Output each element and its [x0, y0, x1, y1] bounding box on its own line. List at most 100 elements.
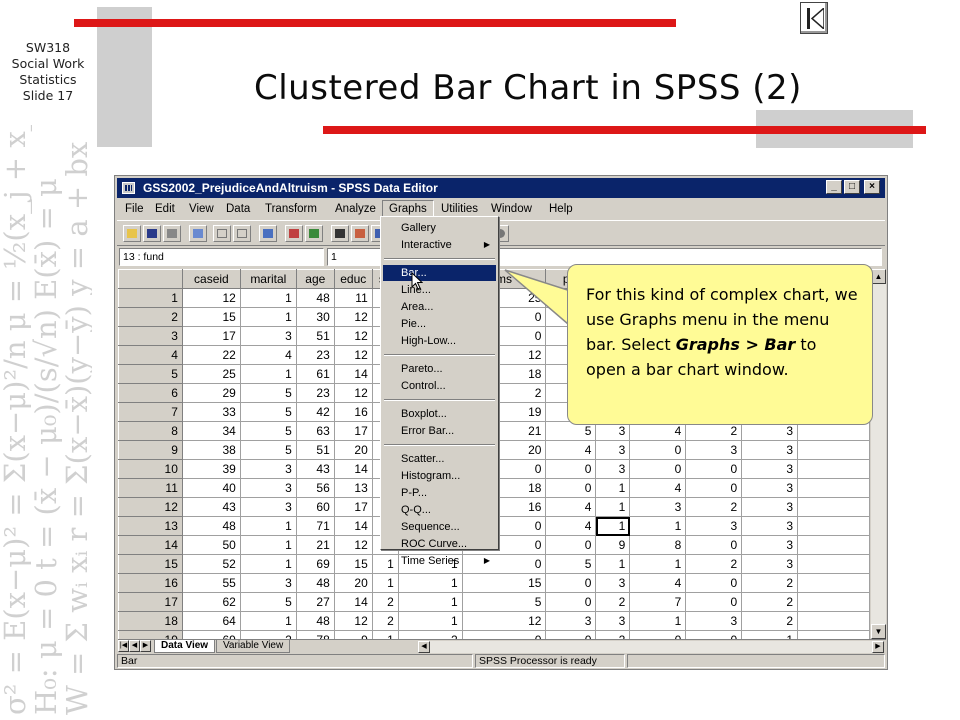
table-cell[interactable]: 48 [295, 288, 335, 308]
row-number[interactable]: 14 [118, 535, 183, 555]
table-cell[interactable]: 3 [685, 611, 743, 631]
table-cell[interactable]: 48 [295, 573, 335, 593]
graphs-menu-item-p-p[interactable]: P-P... [383, 485, 496, 501]
graphs-menu-item-boxplot[interactable]: Boxplot... [383, 406, 496, 422]
find-button[interactable] [331, 225, 349, 242]
graphs-menu-item-histogram[interactable]: Histogram... [383, 468, 496, 484]
table-cell[interactable]: 1 [595, 478, 631, 498]
column-header[interactable]: age [295, 269, 335, 289]
table-cell[interactable]: 2 [595, 630, 631, 639]
row-number[interactable]: 16 [118, 573, 183, 593]
table-cell[interactable]: 1 [239, 554, 297, 574]
table-cell[interactable]: 3 [595, 611, 631, 631]
table-cell[interactable]: 63 [295, 421, 335, 441]
table-cell[interactable]: 5 [461, 592, 547, 612]
table-cell[interactable]: 1 [397, 592, 463, 612]
table-cell[interactable]: 69 [295, 554, 335, 574]
row-number[interactable]: 18 [118, 611, 183, 631]
table-cell[interactable]: 21 [295, 535, 335, 555]
table-cell[interactable]: 12 [333, 611, 373, 631]
table-cell[interactable]: 2 [239, 630, 297, 639]
graphs-menu-item-sequence[interactable]: Sequence... [383, 519, 496, 535]
table-cell[interactable]: 0 [545, 459, 597, 479]
table-cell[interactable]: 20 [333, 573, 373, 593]
table-cell[interactable]: 0 [685, 630, 743, 639]
table-cell[interactable]: 30 [295, 307, 335, 327]
graphs-menu-item-control[interactable]: Control... [383, 378, 496, 394]
open-button[interactable] [123, 225, 141, 242]
graphs-menu-item-error-bar[interactable]: Error Bar... [383, 423, 496, 439]
table-cell[interactable]: 3 [239, 478, 297, 498]
menu-view[interactable]: View [183, 200, 220, 218]
table-cell[interactable]: 8 [629, 535, 687, 555]
table-cell[interactable]: 7 [629, 592, 687, 612]
table-cell[interactable]: 25 [181, 364, 241, 384]
table-cell[interactable] [797, 554, 870, 574]
table-cell[interactable]: 12 [461, 611, 547, 631]
table-cell[interactable]: 12 [333, 326, 373, 346]
graphs-menu-item-q-q[interactable]: Q-Q... [383, 502, 496, 518]
table-cell[interactable]: 1 [629, 554, 687, 574]
table-cell[interactable]: 3 [741, 497, 799, 517]
table-cell[interactable]: 12 [333, 383, 373, 403]
graphs-menu-item-area[interactable]: Area... [383, 299, 496, 315]
table-cell[interactable]: 60 [295, 497, 335, 517]
table-cell[interactable]: 1 [595, 554, 631, 574]
table-cell[interactable]: 3 [629, 497, 687, 517]
menu-analyze[interactable]: Analyze [329, 200, 382, 218]
table-cell[interactable]: 62 [181, 592, 241, 612]
table-cell[interactable]: 48 [181, 516, 241, 536]
table-cell[interactable] [797, 592, 870, 612]
table-cell[interactable]: 2 [685, 554, 743, 574]
tab-first-icon[interactable]: |◀ [118, 640, 129, 652]
tab-prev-icon[interactable]: ◀ [129, 640, 140, 652]
table-cell[interactable]: 4 [629, 573, 687, 593]
table-cell[interactable]: 1 [629, 611, 687, 631]
graphs-menu-item-interactive[interactable]: Interactive ▶ [383, 237, 496, 253]
column-header[interactable]: educ [333, 269, 373, 289]
undo-button[interactable] [213, 225, 231, 242]
table-cell[interactable]: 0 [629, 440, 687, 460]
graphs-menu-item-pareto[interactable]: Pareto... [383, 361, 496, 377]
table-cell[interactable]: 12 [333, 345, 373, 365]
table-cell[interactable]: 69 [181, 630, 241, 639]
table-cell[interactable]: 5 [239, 402, 297, 422]
scroll-left-icon[interactable]: ◀ [418, 641, 430, 653]
table-cell[interactable]: 3 [239, 459, 297, 479]
column-header[interactable]: marital [239, 269, 297, 289]
table-cell[interactable]: 3 [685, 516, 743, 536]
table-cell[interactable]: 14 [333, 516, 373, 536]
table-cell[interactable]: 15 [461, 573, 547, 593]
table-cell[interactable]: 1 [371, 630, 399, 639]
row-number[interactable]: 6 [118, 383, 183, 403]
scroll-right-icon[interactable]: ▶ [872, 641, 884, 653]
table-cell[interactable]: 34 [181, 421, 241, 441]
table-cell[interactable]: 71 [295, 516, 335, 536]
row-number[interactable]: 8 [118, 421, 183, 441]
table-cell[interactable]: 4 [545, 497, 597, 517]
table-cell[interactable]: 2 [595, 592, 631, 612]
table-cell[interactable] [797, 516, 870, 536]
table-cell[interactable]: 1 [595, 516, 631, 536]
table-cell[interactable]: 14 [333, 592, 373, 612]
table-cell[interactable]: 22 [181, 345, 241, 365]
redo-button[interactable] [233, 225, 251, 242]
row-number[interactable]: 10 [118, 459, 183, 479]
table-cell[interactable]: 12 [333, 307, 373, 327]
table-cell[interactable]: 15 [181, 307, 241, 327]
table-cell[interactable]: 5 [239, 440, 297, 460]
insert-case-button[interactable] [351, 225, 369, 242]
row-number[interactable]: 3 [118, 326, 183, 346]
maximize-button[interactable]: □ [844, 180, 860, 194]
table-cell[interactable]: 1 [741, 630, 799, 639]
table-cell[interactable]: 17 [333, 497, 373, 517]
table-cell[interactable]: 40 [181, 478, 241, 498]
table-cell[interactable]: 1 [239, 307, 297, 327]
variables-button[interactable] [305, 225, 323, 242]
table-cell[interactable]: 0 [545, 592, 597, 612]
table-cell[interactable]: 3 [741, 478, 799, 498]
table-cell[interactable]: 16 [333, 402, 373, 422]
table-cell[interactable]: 1 [371, 573, 399, 593]
table-cell[interactable]: 23 [295, 383, 335, 403]
first-slide-button[interactable] [800, 2, 828, 34]
